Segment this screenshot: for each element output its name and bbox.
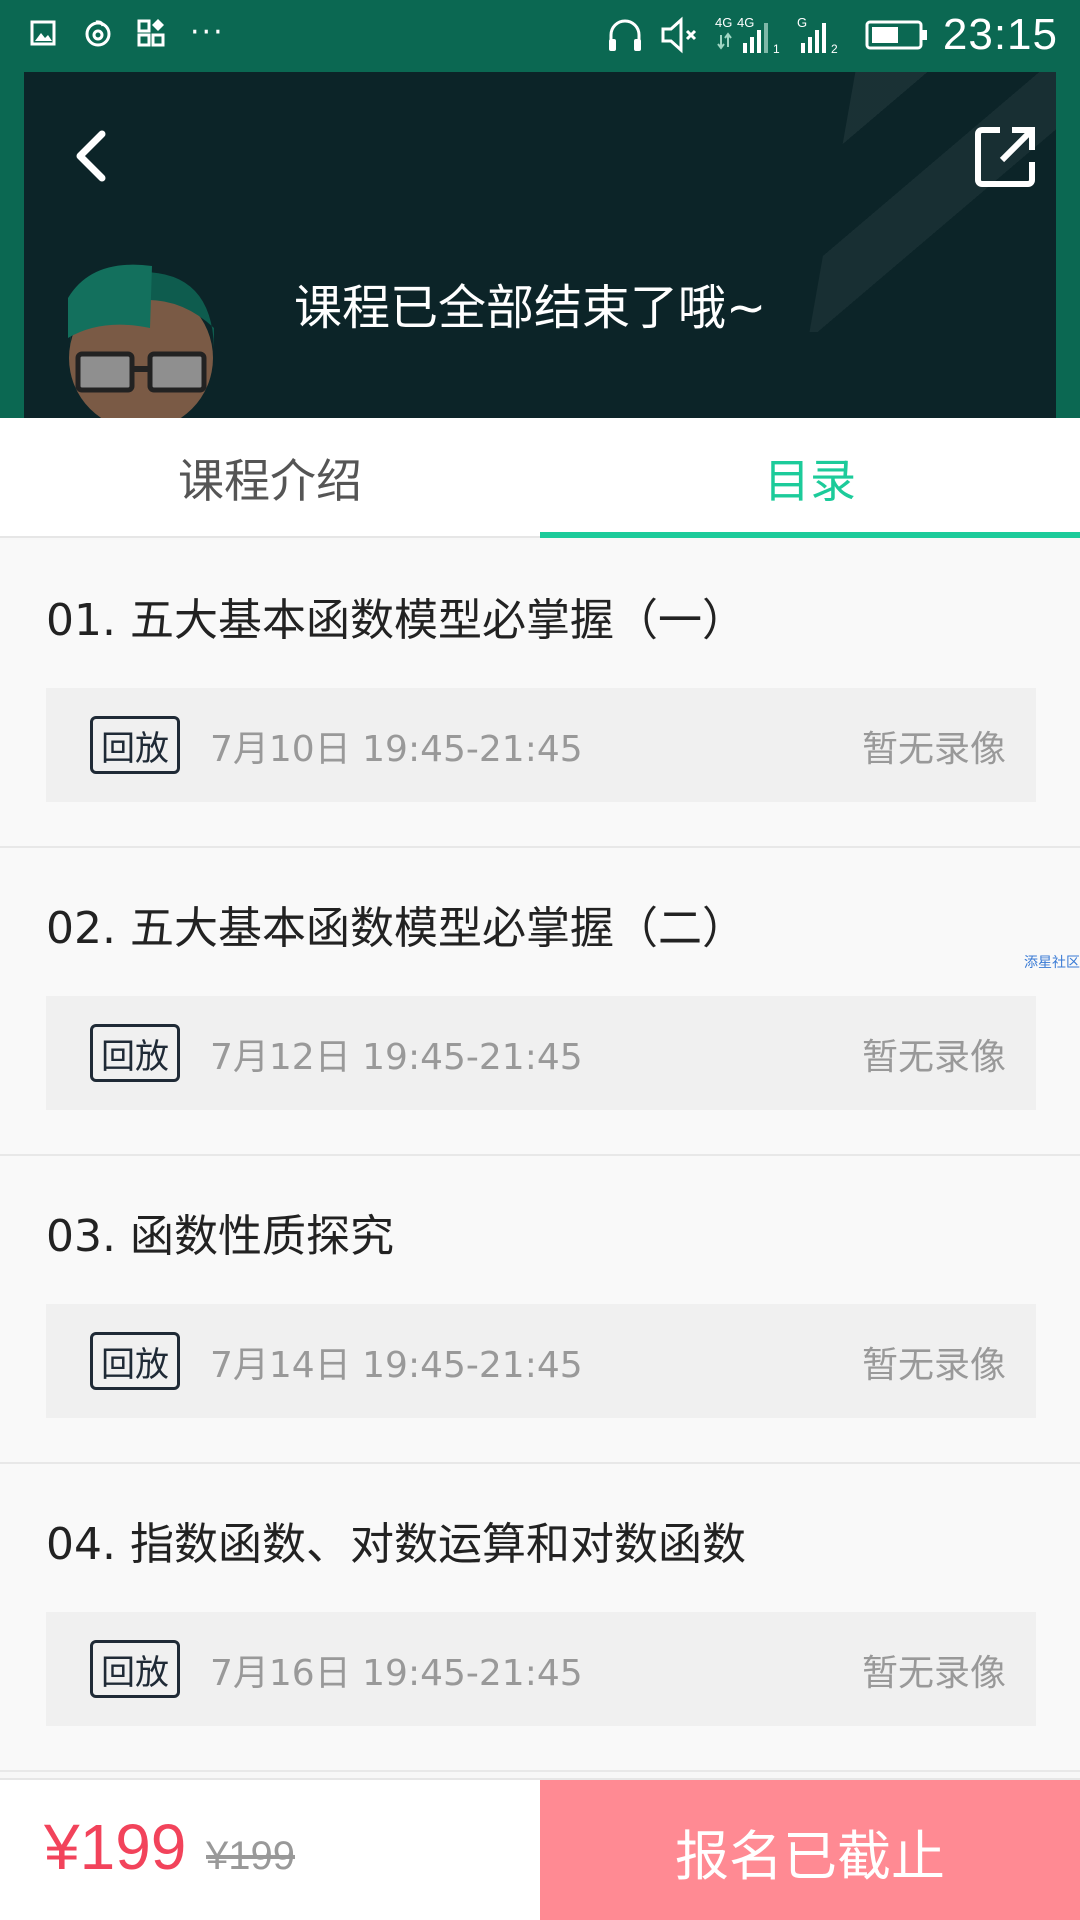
- current-price: ¥199: [44, 1811, 187, 1883]
- replay-badge: 回放: [90, 1332, 180, 1390]
- tab-bar: 课程介绍 目录: [0, 418, 1080, 538]
- signup-closed-button[interactable]: 报名已截止: [540, 1780, 1080, 1920]
- lesson-time: 7月10日 19:45-21:45: [210, 729, 583, 770]
- course-banner: 课程已全部结束了哦~: [24, 72, 1056, 418]
- tab-catalog[interactable]: 目录: [540, 418, 1080, 538]
- signal-sim2-icon: G 2: [797, 15, 838, 56]
- netease-music-icon: [85, 20, 111, 47]
- banner-decoration: [809, 72, 1056, 332]
- apps-notification-icon: [137, 19, 165, 47]
- lesson-title: 02. 五大基本函数模型必掌握（二）: [46, 903, 746, 954]
- lesson-item[interactable]: 03. 函数性质探究 回放 7月14日 19:45-21:45 暂无录像: [0, 1156, 1080, 1464]
- recording-status: 暂无录像: [861, 1653, 1006, 1694]
- original-price: ¥199: [206, 1834, 295, 1878]
- replay-badge: 回放: [90, 1024, 180, 1082]
- lesson-title: 01. 五大基本函数模型必掌握（一）: [46, 595, 746, 646]
- lesson-time: 7月14日 19:45-21:45: [210, 1345, 583, 1386]
- image-notification-icon: [30, 20, 56, 46]
- tab-course-intro[interactable]: 课程介绍: [0, 418, 540, 538]
- course-ended-message: 课程已全部结束了哦~: [294, 280, 767, 336]
- lesson-session-row[interactable]: 回放 7月10日 19:45-21:45 暂无录像: [46, 688, 1036, 802]
- teacher-avatar: [68, 264, 214, 418]
- signal-sim1-icon: 4G 4G 1: [715, 15, 780, 56]
- lesson-title: 03. 函数性质探究: [46, 1211, 394, 1262]
- network-type-label: G: [797, 15, 807, 30]
- recording-status: 暂无录像: [861, 1345, 1006, 1386]
- headphones-icon: [608, 19, 641, 51]
- recording-status: 暂无录像: [861, 729, 1006, 770]
- status-bar: ··· 4G 4G 1 G 2 23:15: [0, 0, 1080, 72]
- replay-badge: 回放: [90, 1640, 180, 1698]
- sim-label: 1: [773, 42, 780, 56]
- recording-status: 暂无录像: [861, 1037, 1006, 1078]
- course-header: 课程已全部结束了哦~: [0, 72, 1080, 418]
- lesson-session-row[interactable]: 回放 7月16日 19:45-21:45 暂无录像: [46, 1612, 1036, 1726]
- network-type-label: 4G: [737, 15, 754, 30]
- sim-label: 2: [831, 42, 838, 56]
- lesson-session-row[interactable]: 回放 7月12日 19:45-21:45 暂无录像: [46, 996, 1036, 1110]
- mute-icon: [661, 16, 696, 54]
- watermark: 添星社区: [1024, 955, 1080, 971]
- network-type-label: 4G: [715, 15, 732, 30]
- clock: 23:15: [942, 10, 1058, 59]
- lesson-time: 7月16日 19:45-21:45: [210, 1653, 583, 1694]
- lesson-item[interactable]: 04. 指数函数、对数运算和对数函数 回放 7月16日 19:45-21:45 …: [0, 1464, 1080, 1772]
- lesson-time: 7月12日 19:45-21:45: [210, 1037, 583, 1078]
- replay-badge: 回放: [90, 716, 180, 774]
- lesson-item[interactable]: 02. 五大基本函数模型必掌握（二） 回放 7月12日 19:45-21:45 …: [0, 848, 1080, 1156]
- lesson-item[interactable]: 01. 五大基本函数模型必掌握（一） 回放 7月10日 19:45-21:45 …: [0, 540, 1080, 848]
- purchase-bar: ¥199 ¥199 报名已截止: [0, 1778, 1080, 1920]
- battery-icon: [865, 20, 927, 50]
- lesson-title: 04. 指数函数、对数运算和对数函数: [46, 1519, 746, 1570]
- back-icon[interactable]: [64, 126, 124, 186]
- more-notifications-icon: ···: [190, 15, 225, 50]
- lesson-session-row[interactable]: 回放 7月14日 19:45-21:45 暂无录像: [46, 1304, 1036, 1418]
- share-icon[interactable]: [972, 124, 1038, 190]
- active-tab-indicator: [540, 532, 1080, 538]
